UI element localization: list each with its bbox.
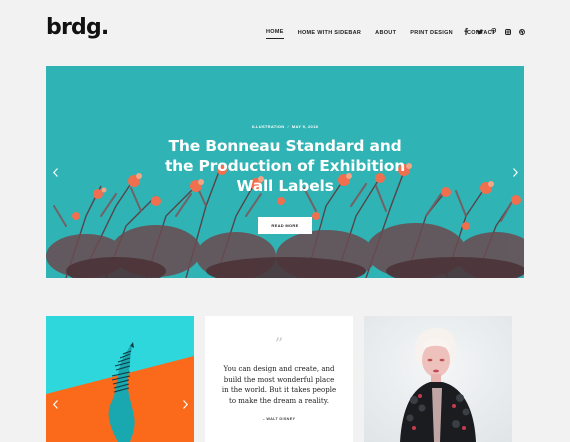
quote-mark-icon: ” (274, 334, 284, 353)
quote-line: in the world. But it takes people (221, 386, 337, 394)
twitter-icon[interactable] (477, 28, 483, 35)
quote-text: You can design and create, and build the… (221, 364, 337, 406)
hero-next-arrow-icon[interactable] (510, 165, 520, 179)
quote-line: build the most wonderful place (223, 375, 335, 384)
hero-category[interactable]: ILLUSTRATION (252, 124, 285, 129)
gallery-card[interactable] (46, 316, 194, 442)
gallery-image (46, 316, 194, 442)
read-more-button[interactable]: READ MORE (258, 217, 312, 234)
quote-line: to make the dream a reality. (229, 396, 329, 405)
hero-title-line: the Production of Exhibition (164, 157, 406, 175)
hero-prev-arrow-icon[interactable] (50, 165, 60, 179)
portrait-image (364, 316, 512, 442)
quote-author: – WALT DISNEY (262, 417, 296, 421)
hero-slider: ILLUSTRATION / MAY 5, 2018 The Bonneau Sta… (46, 66, 524, 278)
portrait-card[interactable] (364, 316, 512, 442)
quote-card[interactable]: ” You can design and create, and build t… (205, 316, 353, 442)
nav-about[interactable]: ABOUT (375, 30, 396, 39)
quote-line: You can design and create, and (223, 365, 335, 373)
page: brdg. HOME HOME WITH SIDEBAR ABOUT PRINT… (0, 0, 570, 442)
nav-home-with-sidebar[interactable]: HOME WITH SIDEBAR (298, 30, 361, 39)
site-logo[interactable]: brdg. (46, 17, 109, 39)
dribbble-icon[interactable] (519, 28, 525, 35)
card-next-arrow-icon[interactable] (180, 397, 190, 411)
hero-meta: ILLUSTRATION / MAY 5, 2018 (251, 124, 319, 129)
nav-print-design[interactable]: PRINT DESIGN (410, 30, 453, 39)
hero-date: MAY 5, 2018 (291, 124, 319, 129)
hero-title-line: The Bonneau Standard and (168, 137, 402, 155)
social-links (463, 28, 525, 35)
facebook-icon[interactable] (463, 28, 469, 35)
pinterest-icon[interactable] (491, 28, 497, 35)
instagram-icon[interactable] (505, 28, 511, 35)
nav-home[interactable]: HOME (266, 29, 284, 39)
main-navigation: HOME HOME WITH SIDEBAR ABOUT PRINT DESIG… (266, 29, 496, 39)
hero-title-line: Wall Labels (236, 177, 334, 195)
hero-title[interactable]: The Bonneau Standard and the Production … (156, 136, 414, 196)
card-prev-arrow-icon[interactable] (50, 397, 60, 411)
